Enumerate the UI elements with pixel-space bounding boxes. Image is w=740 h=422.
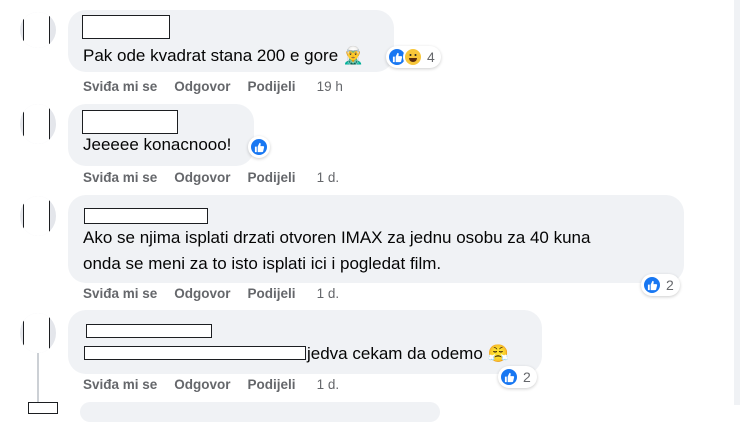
comment-text: Jeeeee konacnooo! bbox=[83, 132, 231, 158]
reaction-count: 2 bbox=[523, 369, 531, 385]
tagged-name-redacted[interactable] bbox=[84, 346, 306, 360]
reaction-summary[interactable]: 2 bbox=[498, 366, 537, 388]
avatar[interactable] bbox=[20, 196, 56, 236]
like-icon bbox=[642, 275, 662, 295]
avatar[interactable] bbox=[20, 104, 56, 144]
like-button[interactable]: Sviđa mi se bbox=[83, 79, 157, 94]
comment-text-line: onda se meni za to isto isplati ici i po… bbox=[83, 254, 442, 273]
share-button[interactable]: Podijeli bbox=[248, 377, 296, 392]
comment-actions: Sviđa mi se Odgovor Podijeli 1 d. bbox=[83, 286, 356, 301]
huffing-emoji: 😤 bbox=[487, 344, 509, 363]
scrollbar[interactable] bbox=[734, 0, 740, 405]
reply-button[interactable]: Odgovor bbox=[174, 286, 230, 301]
avatar[interactable] bbox=[20, 12, 56, 48]
author-name-redacted[interactable] bbox=[28, 402, 58, 414]
reaction-count: 4 bbox=[427, 49, 435, 65]
reply-button[interactable]: Odgovor bbox=[174, 79, 230, 94]
comment-text-body: Pak ode kvadrat stana 200 e gore bbox=[83, 46, 339, 65]
reply-button[interactable]: Odgovor bbox=[174, 170, 230, 185]
avatar-redaction bbox=[23, 313, 50, 353]
share-button[interactable]: Podijeli bbox=[248, 170, 296, 185]
reaction-summary[interactable]: 4 bbox=[386, 46, 441, 68]
comment-text: Pak ode kvadrat stana 200 e gore 🧝‍♂️ bbox=[83, 43, 364, 69]
comment-text-body: Jeeeee konacnooo! bbox=[83, 135, 232, 154]
avatar-redaction bbox=[23, 12, 50, 48]
comment-text-body: jedva cekam da odemo bbox=[307, 344, 483, 363]
thread-line bbox=[37, 352, 39, 405]
comment-actions: Sviđa mi se Odgovor Podijeli 1 d. bbox=[83, 170, 356, 185]
comment-text-line: Ako se njima isplati drzati otvoren IMAX… bbox=[83, 228, 591, 247]
comment-actions: Sviđa mi se Odgovor Podijeli 19 h bbox=[83, 79, 360, 94]
like-icon bbox=[499, 367, 519, 387]
avatar-redaction bbox=[23, 104, 50, 144]
timestamp[interactable]: 1 d. bbox=[317, 170, 340, 185]
elf-emoji: 🧝‍♂️ bbox=[342, 46, 365, 65]
avatar-redaction bbox=[23, 196, 50, 236]
haha-icon bbox=[403, 47, 423, 67]
like-button[interactable]: Sviđa mi se bbox=[83, 377, 157, 392]
timestamp[interactable]: 19 h bbox=[317, 79, 343, 94]
like-button[interactable]: Sviđa mi se bbox=[83, 170, 157, 185]
comment-text: jedva cekam da odemo 😤 bbox=[307, 341, 509, 367]
timestamp[interactable]: 1 d. bbox=[317, 377, 340, 392]
reaction-summary[interactable] bbox=[248, 136, 270, 158]
comment-actions: Sviđa mi se Odgovor Podijeli 1 d. bbox=[83, 377, 356, 392]
avatar[interactable] bbox=[20, 313, 56, 353]
like-icon bbox=[249, 137, 269, 157]
reply-button[interactable]: Odgovor bbox=[174, 377, 230, 392]
reaction-summary[interactable]: 2 bbox=[641, 274, 680, 296]
comment-bubble-partial bbox=[80, 402, 440, 422]
author-name-redacted[interactable] bbox=[82, 15, 170, 39]
author-name-redacted[interactable] bbox=[82, 110, 178, 134]
reaction-count: 2 bbox=[666, 277, 674, 293]
timestamp[interactable]: 1 d. bbox=[317, 286, 340, 301]
like-button[interactable]: Sviđa mi se bbox=[83, 286, 157, 301]
author-name-redacted[interactable] bbox=[84, 208, 208, 224]
share-button[interactable]: Podijeli bbox=[248, 286, 296, 301]
share-button[interactable]: Podijeli bbox=[248, 79, 296, 94]
author-name-redacted[interactable] bbox=[86, 324, 212, 338]
